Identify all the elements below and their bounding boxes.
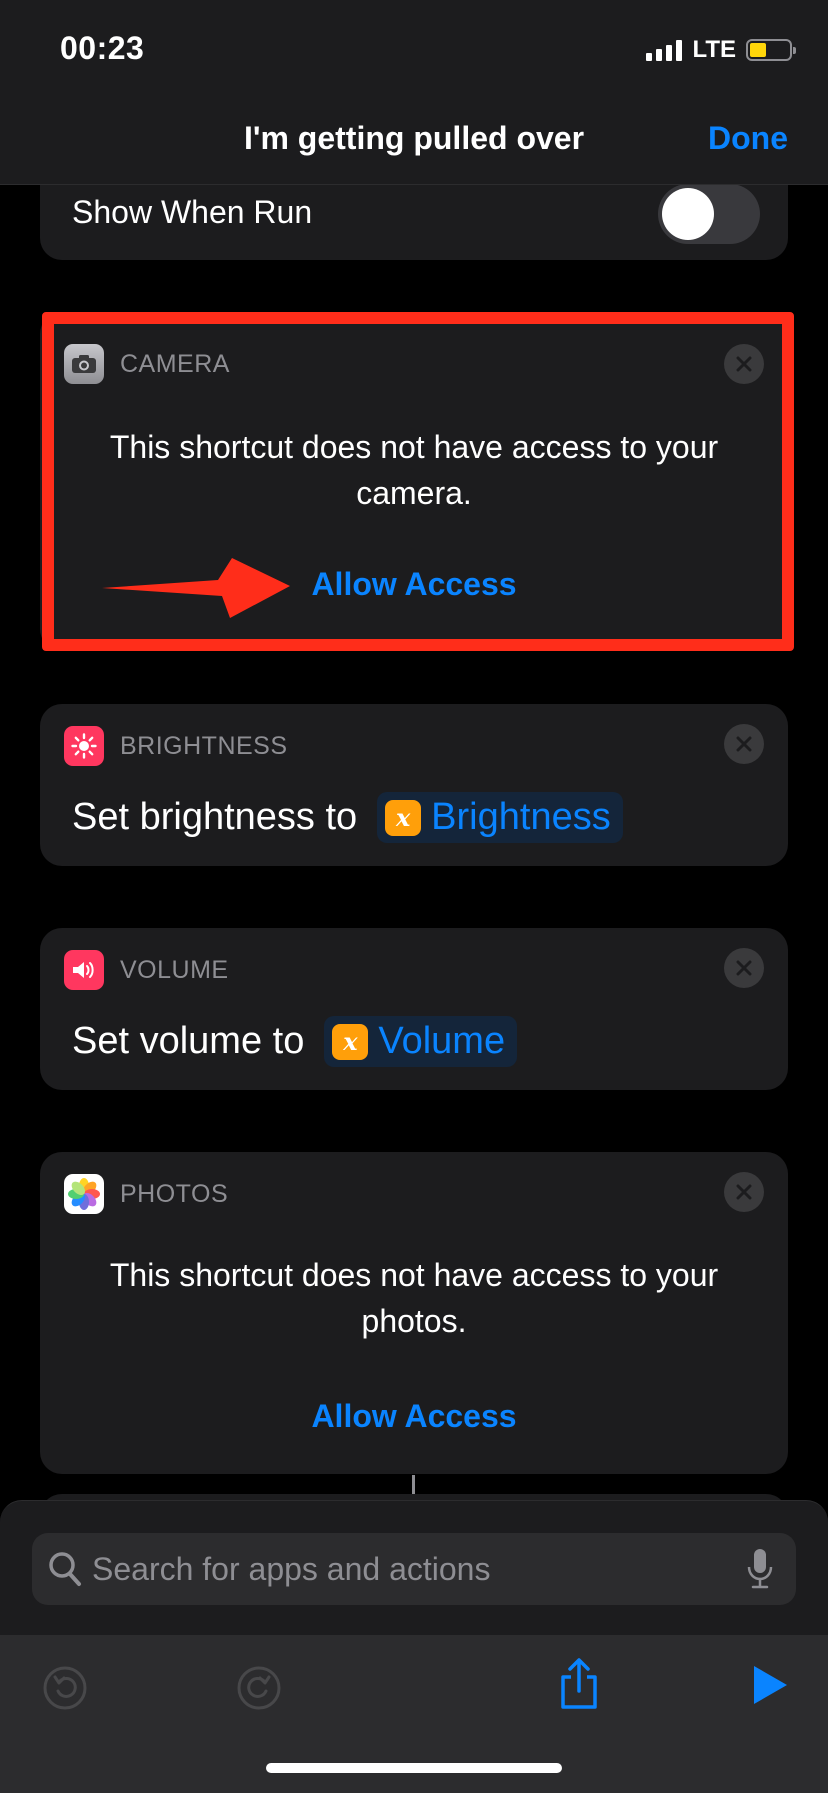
remove-action-button[interactable]	[724, 344, 764, 384]
brightness-action-card: BRIGHTNESS Set brightness to x Brightnes…	[40, 704, 788, 866]
undo-icon[interactable]	[42, 1665, 88, 1711]
brightness-variable-chip[interactable]: x Brightness	[377, 792, 623, 843]
action-title: VOLUME	[120, 955, 229, 984]
status-indicators: LTE	[646, 36, 796, 64]
volume-variable-label: Volume	[378, 1020, 506, 1062]
microphone-icon[interactable]	[746, 1547, 774, 1591]
top-bar: 00:23 LTE I'm getting pulled over Done	[0, 0, 828, 185]
close-icon	[736, 736, 752, 752]
close-icon	[736, 356, 752, 372]
done-button[interactable]: Done	[708, 120, 788, 157]
brightness-variable-label: Brightness	[431, 796, 611, 838]
close-icon	[736, 960, 752, 976]
remove-action-button[interactable]	[724, 1172, 764, 1212]
search-placeholder: Search for apps and actions	[92, 1551, 491, 1587]
volume-action-card: VOLUME Set volume to x Volume	[40, 928, 788, 1090]
set-brightness-row: Set brightness to x Brightness	[72, 792, 623, 843]
allow-access-button[interactable]: Allow Access	[40, 1398, 788, 1435]
photos-icon	[64, 1174, 104, 1214]
bottom-panel: Search for apps and actions	[0, 1500, 828, 1793]
action-title: PHOTOS	[120, 1179, 229, 1208]
show-when-run-toggle[interactable]	[658, 184, 760, 244]
remove-action-button[interactable]	[724, 724, 764, 764]
set-volume-label: Set volume to	[72, 1020, 305, 1062]
speaker-icon	[64, 950, 104, 990]
action-title: CAMERA	[120, 349, 230, 378]
set-brightness-label: Set brightness to	[72, 796, 358, 838]
photos-action-card: PHOTOS This shortcut does not have acces…	[40, 1152, 788, 1474]
shortcut-title: I'm getting pulled over	[243, 120, 585, 156]
search-input[interactable]: Search for apps and actions	[32, 1533, 796, 1605]
volume-variable-chip[interactable]: x Volume	[324, 1016, 518, 1067]
variable-icon: x	[332, 1023, 369, 1060]
action-title: BRIGHTNESS	[120, 731, 288, 760]
set-volume-row: Set volume to x Volume	[72, 1016, 518, 1067]
action-header: PHOTOS	[64, 1174, 228, 1214]
action-header: BRIGHTNESS	[64, 726, 288, 766]
signal-icon	[646, 39, 683, 61]
close-icon	[736, 1184, 752, 1200]
action-header: CAMERA	[64, 344, 230, 384]
permission-message: This shortcut does not have access to yo…	[109, 429, 719, 511]
action-header: VOLUME	[64, 950, 229, 990]
editor-toolbar	[0, 1635, 828, 1793]
red-arrow-annotation	[102, 558, 290, 618]
search-icon	[49, 1552, 81, 1586]
camera-icon	[64, 344, 104, 384]
network-type: LTE	[692, 36, 736, 63]
sun-icon	[64, 726, 104, 766]
remove-action-button[interactable]	[724, 948, 764, 988]
redo-icon[interactable]	[236, 1665, 282, 1711]
play-icon[interactable]	[750, 1663, 790, 1707]
battery-icon	[746, 39, 796, 61]
home-indicator	[266, 1763, 562, 1773]
permission-message: This shortcut does not have access to yo…	[109, 1257, 719, 1339]
show-when-run-label: Show When Run	[72, 194, 313, 230]
variable-icon: x	[385, 799, 422, 836]
share-icon[interactable]	[556, 1657, 602, 1711]
toggle-knob	[662, 188, 714, 240]
status-time: 00:23	[60, 30, 145, 66]
